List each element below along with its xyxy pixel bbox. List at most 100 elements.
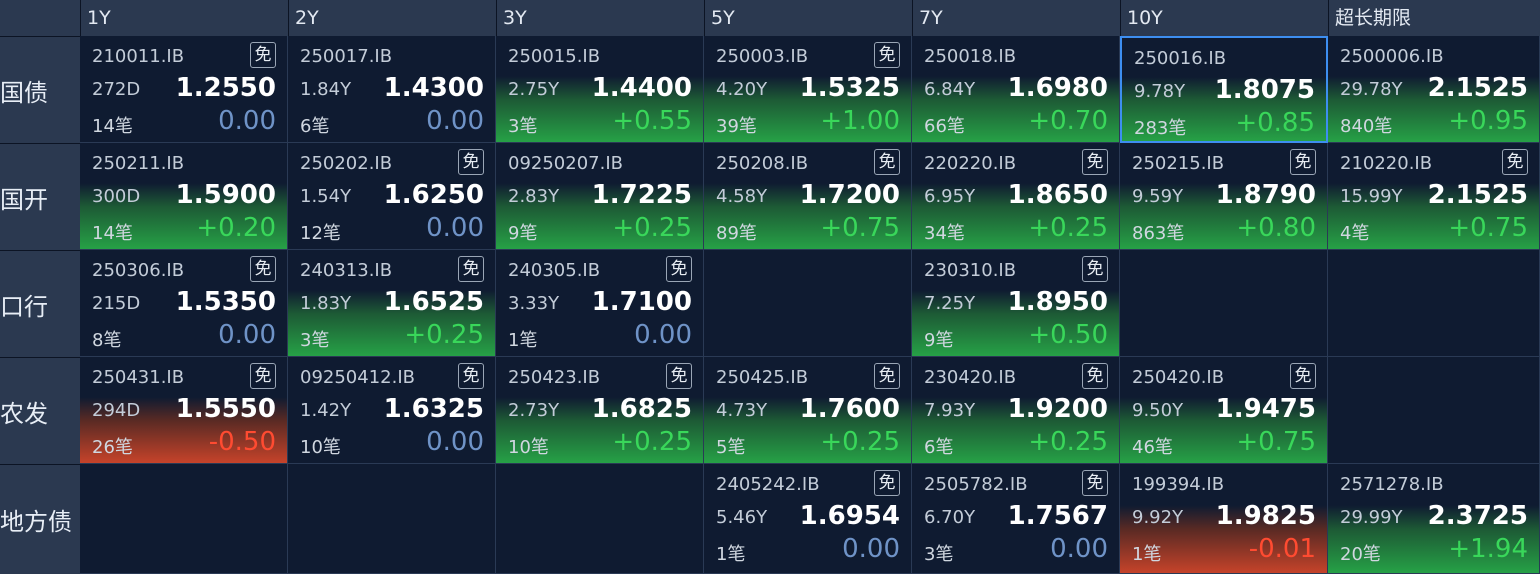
yield-change: 0.00 xyxy=(842,534,900,564)
trade-count: 3笔 xyxy=(300,330,330,351)
quote-cell[interactable]: 250017.IB 1.84Y 1.4300 6笔 0.00 xyxy=(288,36,496,143)
quote-cell[interactable]: 240313.IB 免 1.83Y 1.6525 3笔 +0.25 xyxy=(288,250,496,357)
quote-cell[interactable]: 250208.IB 免 4.58Y 1.7200 89笔 +0.75 xyxy=(704,143,912,250)
yield-change: +0.85 xyxy=(1235,108,1315,138)
tax-exempt-badge: 免 xyxy=(1082,149,1108,175)
yield-change: +0.25 xyxy=(1028,213,1108,243)
quote-cell[interactable]: 250016.IB 9.78Y 1.8075 283笔 +0.85 xyxy=(1120,36,1328,143)
column-header-4[interactable]: 7Y xyxy=(912,0,1120,36)
bond-term: 4.73Y xyxy=(716,400,768,421)
trade-count: 9笔 xyxy=(508,223,538,244)
yield-change: 0.00 xyxy=(1050,534,1108,564)
column-header-2[interactable]: 3Y xyxy=(496,0,704,36)
trade-count: 89笔 xyxy=(716,223,757,244)
quote-cell[interactable]: 210220.IB 免 15.99Y 2.1525 4笔 +0.75 xyxy=(1328,143,1540,250)
quote-cell[interactable]: 250431.IB 免 294D 1.5550 26笔 -0.50 xyxy=(80,357,288,464)
bond-term: 215D xyxy=(92,293,141,314)
bond-code: 09250207.IB xyxy=(508,153,623,174)
trade-count: 1笔 xyxy=(1132,544,1162,565)
yield-change: +0.25 xyxy=(612,213,692,243)
bond-code: 2571278.IB xyxy=(1340,474,1444,495)
quote-cell[interactable]: 230420.IB 免 7.93Y 1.9200 6笔 +0.25 xyxy=(912,357,1120,464)
tax-exempt-badge: 免 xyxy=(1082,363,1108,389)
empty-cell xyxy=(1328,250,1540,357)
bond-term: 7.93Y xyxy=(924,400,976,421)
bond-yield: 1.8650 xyxy=(1007,180,1108,210)
bond-code: 199394.IB xyxy=(1132,474,1225,495)
bond-yield: 1.7600 xyxy=(799,394,900,424)
bond-term: 1.54Y xyxy=(300,186,352,207)
bond-term: 9.59Y xyxy=(1132,186,1184,207)
quote-cell[interactable]: 250306.IB 免 215D 1.5350 8笔 0.00 xyxy=(80,250,288,357)
bond-term: 2.83Y xyxy=(508,186,560,207)
quote-cell[interactable]: 250018.IB 6.84Y 1.6980 66笔 +0.70 xyxy=(912,36,1120,143)
bond-yield: 1.5900 xyxy=(175,180,276,210)
column-header-1[interactable]: 2Y xyxy=(288,0,496,36)
yield-change: +0.95 xyxy=(1448,106,1528,136)
quote-cell[interactable]: 250015.IB 2.75Y 1.4400 3笔 +0.55 xyxy=(496,36,704,143)
yield-change: 0.00 xyxy=(426,213,484,243)
trade-count: 14笔 xyxy=(92,223,133,244)
quote-cell[interactable]: 230310.IB 免 7.25Y 1.8950 9笔 +0.50 xyxy=(912,250,1120,357)
yield-change: -0.50 xyxy=(208,427,276,457)
row-header: 地方债 xyxy=(0,464,80,574)
yield-change: +0.25 xyxy=(612,427,692,457)
bond-code: 240305.IB xyxy=(508,260,601,281)
quote-cell[interactable]: 09250207.IB 2.83Y 1.7225 9笔 +0.25 xyxy=(496,143,704,250)
quote-cell[interactable]: 250202.IB 免 1.54Y 1.6250 12笔 0.00 xyxy=(288,143,496,250)
column-header-6[interactable]: 超长期限 xyxy=(1328,0,1540,36)
bond-yield: 1.6250 xyxy=(383,180,484,210)
tax-exempt-badge: 免 xyxy=(1082,256,1108,282)
trade-count: 4笔 xyxy=(1340,223,1370,244)
bond-term: 6.95Y xyxy=(924,186,976,207)
quote-cell[interactable]: 250003.IB 免 4.20Y 1.5325 39笔 +1.00 xyxy=(704,36,912,143)
quote-cell[interactable]: 250215.IB 免 9.59Y 1.8790 863笔 +0.80 xyxy=(1120,143,1328,250)
bond-code: 250211.IB xyxy=(92,153,185,174)
quote-cell[interactable]: 09250412.IB 免 1.42Y 1.6325 10笔 0.00 xyxy=(288,357,496,464)
trade-count: 10笔 xyxy=(508,437,549,458)
bond-term: 7.25Y xyxy=(924,293,976,314)
quote-cell[interactable]: 199394.IB 9.92Y 1.9825 1笔 -0.01 xyxy=(1120,464,1328,574)
quote-cell[interactable]: 2405242.IB 免 5.46Y 1.6954 1笔 0.00 xyxy=(704,464,912,574)
quote-cell[interactable]: 2500006.IB 29.78Y 2.1525 840笔 +0.95 xyxy=(1328,36,1540,143)
bond-term: 15.99Y xyxy=(1340,186,1403,207)
yield-change: +0.20 xyxy=(196,213,276,243)
quote-cell[interactable]: 250425.IB 免 4.73Y 1.7600 5笔 +0.25 xyxy=(704,357,912,464)
bond-code: 250017.IB xyxy=(300,46,393,67)
bond-yield: 1.6525 xyxy=(383,287,484,317)
tax-exempt-badge: 免 xyxy=(1082,470,1108,496)
bond-code: 250016.IB xyxy=(1134,48,1227,69)
quote-cell[interactable]: 250423.IB 免 2.73Y 1.6825 10笔 +0.25 xyxy=(496,357,704,464)
bond-term: 1.83Y xyxy=(300,293,352,314)
empty-cell xyxy=(1120,250,1328,357)
quote-cell[interactable]: 2571278.IB 29.99Y 2.3725 20笔 +1.94 xyxy=(1328,464,1540,574)
row-header: 国债 xyxy=(0,36,80,143)
bond-yield: 1.7225 xyxy=(591,180,692,210)
column-header-0[interactable]: 1Y xyxy=(80,0,288,36)
bond-code: 220220.IB xyxy=(924,153,1017,174)
yield-change: +0.25 xyxy=(1028,427,1108,457)
tax-exempt-badge: 免 xyxy=(874,149,900,175)
bond-code: 250208.IB xyxy=(716,153,809,174)
trade-count: 39笔 xyxy=(716,116,757,137)
bond-yield: 1.8950 xyxy=(1007,287,1108,317)
bond-code: 2505782.IB xyxy=(924,474,1028,495)
bond-term: 29.99Y xyxy=(1340,507,1403,528)
quote-cell[interactable]: 2505782.IB 免 6.70Y 1.7567 3笔 0.00 xyxy=(912,464,1120,574)
quote-cell[interactable]: 250420.IB 免 9.50Y 1.9475 46笔 +0.75 xyxy=(1120,357,1328,464)
tax-exempt-badge: 免 xyxy=(1502,149,1528,175)
yield-change: 0.00 xyxy=(426,106,484,136)
quote-cell[interactable]: 210011.IB 免 272D 1.2550 14笔 0.00 xyxy=(80,36,288,143)
quote-cell[interactable]: 250211.IB 300D 1.5900 14笔 +0.20 xyxy=(80,143,288,250)
trade-count: 14笔 xyxy=(92,116,133,137)
bond-term: 294D xyxy=(92,400,141,421)
quote-cell[interactable]: 220220.IB 免 6.95Y 1.8650 34笔 +0.25 xyxy=(912,143,1120,250)
bond-term: 29.78Y xyxy=(1340,79,1403,100)
column-header-5[interactable]: 10Y xyxy=(1120,0,1328,36)
bond-yield: 1.5325 xyxy=(799,73,900,103)
bond-code: 230310.IB xyxy=(924,260,1017,281)
yield-change: 0.00 xyxy=(218,320,276,350)
quote-cell[interactable]: 240305.IB 免 3.33Y 1.7100 1笔 0.00 xyxy=(496,250,704,357)
bond-yield: 1.5350 xyxy=(175,287,276,317)
column-header-3[interactable]: 5Y xyxy=(704,0,912,36)
